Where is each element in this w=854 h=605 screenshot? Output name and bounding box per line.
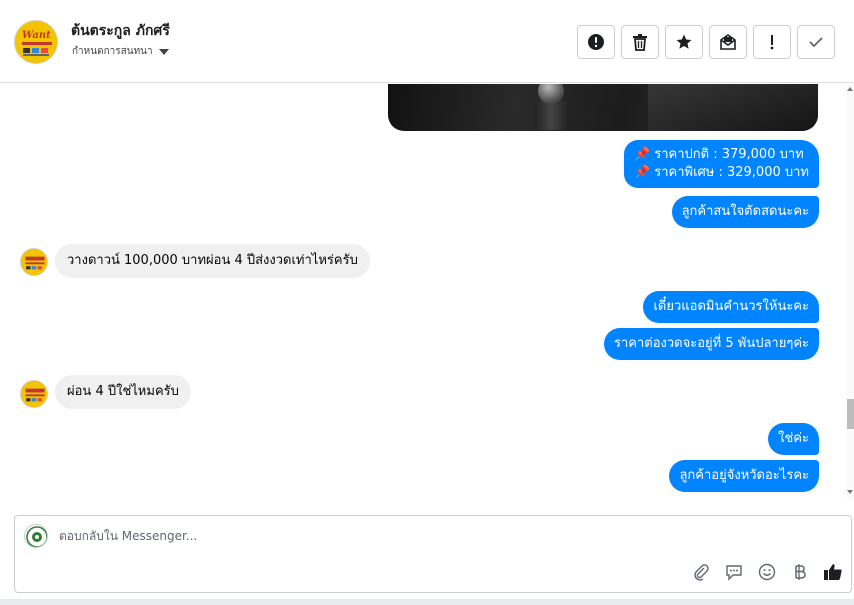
conversation-label-dropdown[interactable]: กำหนดการสนทนา bbox=[72, 44, 169, 59]
conversation-header: Want ต้นตระกูล ภักศรี กำหนดการสนทนา bbox=[0, 0, 854, 83]
follow-up-button[interactable] bbox=[753, 25, 791, 59]
logo-text: Want bbox=[22, 30, 51, 41]
attach-button[interactable] bbox=[691, 562, 711, 582]
car-interior-photo[interactable] bbox=[388, 84, 818, 131]
delete-button[interactable] bbox=[621, 25, 659, 59]
contact-avatar[interactable]: Want bbox=[14, 20, 58, 64]
message-outgoing[interactable]: เดี๋ยวแอดมินคำนวรให้นะคะ bbox=[643, 291, 819, 323]
message-outgoing[interactable]: ลูกค้าอยู่จังหวัดอะไรคะ bbox=[669, 460, 819, 492]
scroll-up-arrow-icon[interactable] bbox=[847, 87, 853, 91]
paperclip-icon bbox=[694, 564, 709, 581]
chat-bubble-icon bbox=[726, 565, 742, 581]
scrollbar-track bbox=[847, 84, 854, 500]
contact-name: ต้นตระกูล ภักศรี bbox=[71, 23, 170, 39]
check-icon bbox=[809, 37, 823, 48]
want-logo-icon bbox=[21, 249, 47, 275]
reply-composer bbox=[14, 515, 852, 593]
spam-button[interactable] bbox=[577, 25, 615, 59]
page-logo-icon bbox=[26, 526, 47, 547]
like-button[interactable] bbox=[823, 562, 843, 582]
envelope-open-icon bbox=[720, 34, 736, 50]
sender-avatar[interactable] bbox=[20, 248, 48, 276]
smiley-icon bbox=[758, 563, 776, 581]
thread-scrollbar[interactable] bbox=[846, 84, 854, 500]
photo-gear-shaft bbox=[534, 100, 568, 130]
message-incoming[interactable]: วางดาวน์ 100,000 บาทผ่อน 4 ปีส่งงวดเท่าไ… bbox=[55, 244, 370, 278]
mark-unread-button[interactable] bbox=[709, 25, 747, 59]
conversation-toolbar bbox=[577, 25, 835, 59]
pushpin-icon: 📌 bbox=[634, 147, 651, 162]
bottom-divider bbox=[0, 599, 854, 605]
pushpin-icon: 📌 bbox=[634, 165, 651, 180]
page-avatar bbox=[24, 524, 48, 548]
saved-replies-button[interactable] bbox=[724, 562, 744, 582]
reply-input[interactable] bbox=[59, 529, 659, 543]
message-outgoing[interactable]: ลูกค้าสนใจตัดสดนะคะ bbox=[671, 196, 819, 228]
price-special-text: ราคาพิเศษ : 329,000 บาท bbox=[654, 165, 809, 180]
star-icon bbox=[676, 34, 692, 49]
label-dropdown-text: กำหนดการสนทนา bbox=[72, 46, 153, 57]
exclamation-circle-icon bbox=[588, 34, 604, 50]
price-normal-text: ราคาปกติ : 379,000 บาท bbox=[654, 147, 804, 162]
sender-avatar[interactable] bbox=[20, 380, 48, 408]
baht-icon bbox=[795, 564, 806, 580]
caret-down-icon bbox=[158, 49, 169, 55]
price-line-normal: 📌 ราคาปกติ : 379,000 บาท bbox=[634, 146, 809, 164]
trash-icon bbox=[633, 34, 647, 51]
star-button[interactable] bbox=[665, 25, 703, 59]
scroll-down-arrow-icon[interactable] bbox=[847, 490, 853, 494]
message-outgoing[interactable]: ราคาต่องวดจะอยู่ที่ 5 พันปลายๆค่ะ bbox=[604, 328, 819, 360]
message-outgoing[interactable]: 📌 ราคาปกติ : 379,000 บาท 📌 ราคาพิเศษ : 329… bbox=[624, 140, 819, 188]
exclamation-icon bbox=[770, 35, 774, 50]
want-logo-icon bbox=[21, 381, 47, 407]
scrollbar-thumb[interactable] bbox=[847, 399, 854, 429]
done-button[interactable] bbox=[797, 25, 835, 59]
payment-button[interactable] bbox=[790, 562, 810, 582]
want-logo-icon: Want bbox=[15, 21, 57, 63]
message-outgoing[interactable]: ใช่ค่ะ bbox=[768, 423, 819, 455]
price-line-special: 📌 ราคาพิเศษ : 329,000 บาท bbox=[634, 164, 809, 182]
message-thread: 📌 ราคาปกติ : 379,000 บาท 📌 ราคาพิเศษ : 329… bbox=[0, 84, 846, 504]
thumbs-up-icon bbox=[824, 564, 842, 580]
message-incoming[interactable]: ผ่อน 4 ปีใช่ไหมครับ bbox=[55, 375, 191, 409]
emoji-button[interactable] bbox=[757, 562, 777, 582]
composer-toolbar bbox=[691, 562, 843, 582]
messenger-inbox: Want ต้นตระกูล ภักศรี กำหนดการสนทนา 📌 รา… bbox=[0, 0, 854, 605]
photo-panel bbox=[648, 84, 818, 131]
